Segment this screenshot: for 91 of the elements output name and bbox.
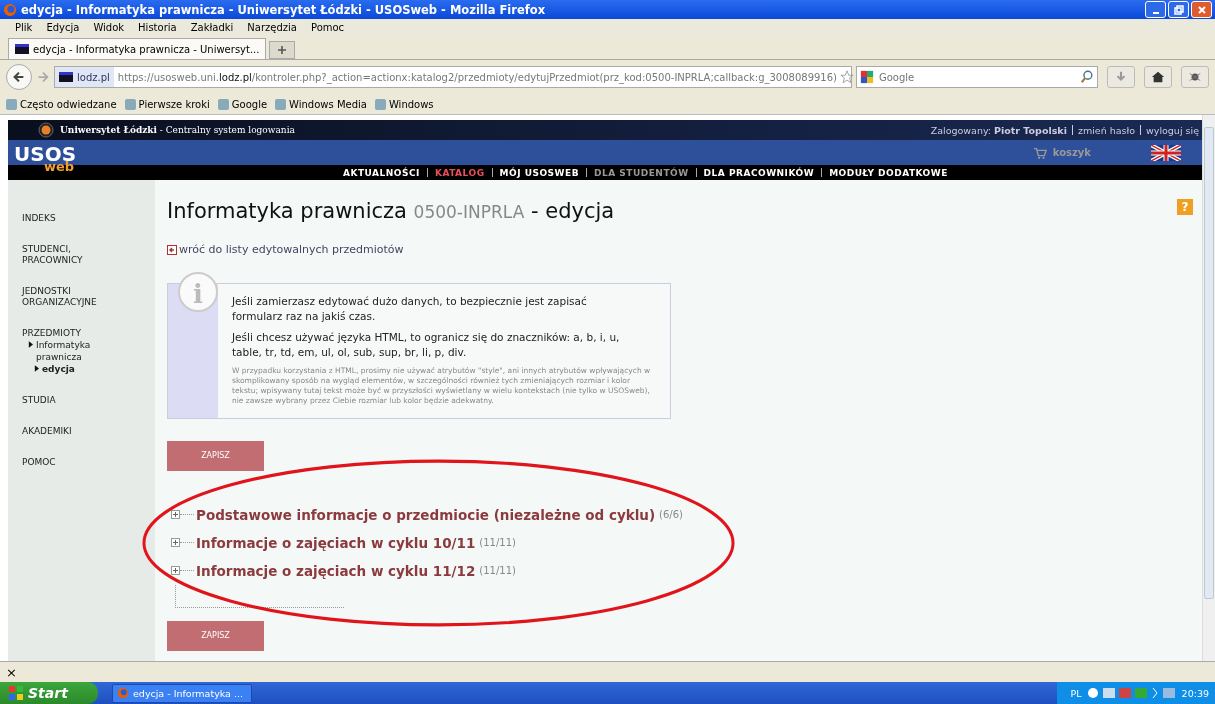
close-findbar-button[interactable]: × bbox=[6, 664, 17, 680]
home-button[interactable] bbox=[1144, 66, 1172, 88]
sidebar-item[interactable]: POMOC bbox=[22, 457, 122, 468]
close-icon bbox=[1196, 4, 1207, 15]
search-field[interactable]: Google bbox=[856, 66, 1098, 88]
search-icon[interactable] bbox=[1080, 70, 1094, 84]
info-icon: i bbox=[178, 271, 218, 312]
bookmark-icon bbox=[275, 98, 287, 110]
minimize-icon bbox=[1152, 11, 1159, 14]
section-count: (11/11) bbox=[479, 565, 516, 576]
sidebar-item[interactable]: JEDNOSTKI ORGANIZACYJNE bbox=[22, 286, 122, 308]
bullet-icon bbox=[28, 341, 33, 348]
window-title: edycja - Informatyka prawnicza - Uniwersytet Łódzki - USOSweb - Mozilla Firefox bbox=[21, 2, 547, 17]
bookmark-item[interactable]: Google bbox=[217, 98, 268, 110]
section-link[interactable]: Informacje o zajęciach w cyklu 11/12 bbox=[196, 562, 476, 579]
university-logo-icon bbox=[38, 122, 54, 138]
plus-icon bbox=[277, 45, 288, 55]
info-text: Jeśli zamierzasz edytować dużo danych, to bezpiecznie jest zapisać formularz raz na jakiś czas. bbox=[232, 293, 588, 324]
section-count: (6/6) bbox=[659, 509, 683, 520]
windows-logo-icon bbox=[8, 685, 24, 701]
star-icon[interactable] bbox=[840, 70, 854, 84]
bookmark-item[interactable]: Windows Media bbox=[275, 98, 367, 110]
section-count: (11/11) bbox=[479, 537, 516, 548]
section-link[interactable]: Informacje o zajęciach w cyklu 10/11 bbox=[196, 534, 476, 551]
download-icon bbox=[1114, 70, 1128, 84]
menu-item[interactable]: Plik bbox=[15, 22, 33, 33]
logged-in-label: Zalogowany: Piotr Topolski bbox=[930, 124, 1067, 136]
menu-item[interactable]: Narzędzia bbox=[247, 22, 297, 33]
save-button[interactable]: ZAPISZ bbox=[167, 620, 264, 651]
addon-button[interactable] bbox=[1181, 66, 1209, 88]
nav-link[interactable]: MODUŁY DODATKOWE bbox=[829, 167, 948, 178]
bookmark-icon bbox=[124, 98, 136, 110]
back-arrow-icon bbox=[167, 244, 177, 255]
save-button[interactable]: ZAPISZ bbox=[167, 440, 264, 471]
site-identity[interactable]: lodz.pl bbox=[55, 67, 114, 87]
back-arrow-icon bbox=[12, 70, 26, 84]
nav-link[interactable]: DLA PRACOWNIKÓW bbox=[703, 167, 815, 178]
nav-link[interactable]: KATALOG bbox=[434, 167, 485, 178]
bookmark-icon bbox=[217, 98, 229, 110]
change-password-link[interactable]: zmień hasło bbox=[1077, 124, 1135, 136]
bookmark-item[interactable]: Często odwiedzane bbox=[6, 98, 117, 110]
bookmark-item[interactable]: Pierwsze kroki bbox=[124, 98, 210, 110]
firefox-icon bbox=[3, 2, 17, 17]
minimize-button[interactable] bbox=[1145, 1, 1166, 18]
sidebar-item[interactable]: STUDIA bbox=[22, 395, 122, 406]
url-text: https://usosweb.uni.lodz.pl/kontroler.php?_action=actionx:katalog2/przedmioty/edytujPrzedmiot(prz_kod:0500-INPRLA;callback:g_3008089916) bbox=[116, 71, 837, 83]
sidebar-item[interactable]: PRZEDMIOTY bbox=[22, 328, 122, 339]
close-button[interactable] bbox=[1191, 1, 1212, 18]
restore-icon bbox=[1173, 4, 1184, 15]
cart-icon bbox=[1032, 145, 1047, 160]
logout-link[interactable]: wyloguj się bbox=[1146, 124, 1199, 136]
menu-item[interactable]: Zakładki bbox=[190, 22, 234, 33]
sidebar-item[interactable]: AKADEMIKI bbox=[22, 426, 122, 437]
site-icon bbox=[15, 44, 29, 54]
restore-button[interactable] bbox=[1168, 1, 1189, 18]
menu-item[interactable]: Historia bbox=[138, 22, 177, 33]
bookmark-icon bbox=[6, 98, 17, 110]
google-icon bbox=[860, 70, 874, 84]
expand-icon[interactable] bbox=[171, 510, 180, 519]
bookmark-icon bbox=[374, 98, 386, 110]
start-button[interactable]: Start bbox=[0, 682, 98, 704]
university-name: Uniwersytet Łódzki - Centralny system logowania bbox=[60, 125, 296, 135]
expand-icon[interactable] bbox=[171, 538, 180, 547]
menu-item[interactable]: Edycja bbox=[46, 22, 80, 33]
section-link[interactable]: Podstawowe informacje o przedmiocie (niezależne od cyklu) bbox=[196, 506, 656, 523]
back-button[interactable] bbox=[6, 64, 32, 90]
sidebar-item[interactable]: STUDENCI, PRACOWNICY bbox=[22, 244, 122, 266]
page-title: Informatyka prawnicza 0500-INPRLA - edycja bbox=[167, 199, 616, 223]
bullet-icon bbox=[34, 365, 39, 372]
info-text: Jeśli chcesz używać języka HTML, to ogranicz się do znaczników: a, b, i, u, table, tr, td, em, ul, ol, sub, sup, br, li, p, div. bbox=[232, 329, 621, 360]
bug-icon bbox=[1188, 70, 1202, 84]
nav-link[interactable]: AKTUALNOŚCI bbox=[343, 167, 420, 178]
home-icon bbox=[1151, 70, 1165, 84]
browser-tab[interactable]: edycja - Informatyka prawnicza - Uniwersyt... bbox=[8, 38, 267, 59]
expand-icon[interactable] bbox=[171, 566, 180, 575]
back-link[interactable]: wróć do listy edytowalnych przedmiotów bbox=[167, 243, 404, 256]
firefox-icon bbox=[117, 687, 129, 699]
bookmark-item[interactable]: Windows bbox=[374, 98, 434, 110]
menu-item[interactable]: Widok bbox=[93, 22, 125, 33]
site-icon bbox=[59, 72, 73, 82]
taskbar-window-button[interactable]: edycja - Informatyka ... bbox=[112, 683, 252, 703]
tray-icons-drawing[interactable] bbox=[1086, 686, 1177, 700]
address-field[interactable]: lodz.pl https://usosweb.uni.lodz.pl/kontroler.php?_action=actionx:katalog2/przedmioty/edytujPrzedmiot(prz_kod:0500-INPRLA;callback:g_3008089916) bbox=[54, 66, 852, 88]
clock: 20:39 bbox=[1181, 687, 1209, 699]
sidebar-item[interactable]: INDEKS bbox=[22, 213, 122, 224]
nav-link[interactable]: MÓJ USOSWEB bbox=[499, 167, 579, 178]
scrollbar[interactable] bbox=[1202, 115, 1215, 661]
english-flag-icon[interactable] bbox=[1151, 144, 1181, 161]
new-tab-button[interactable] bbox=[269, 41, 296, 59]
sidebar-subitem[interactable]: edycja bbox=[34, 363, 114, 375]
menu-item[interactable]: Pomoc bbox=[310, 22, 345, 33]
